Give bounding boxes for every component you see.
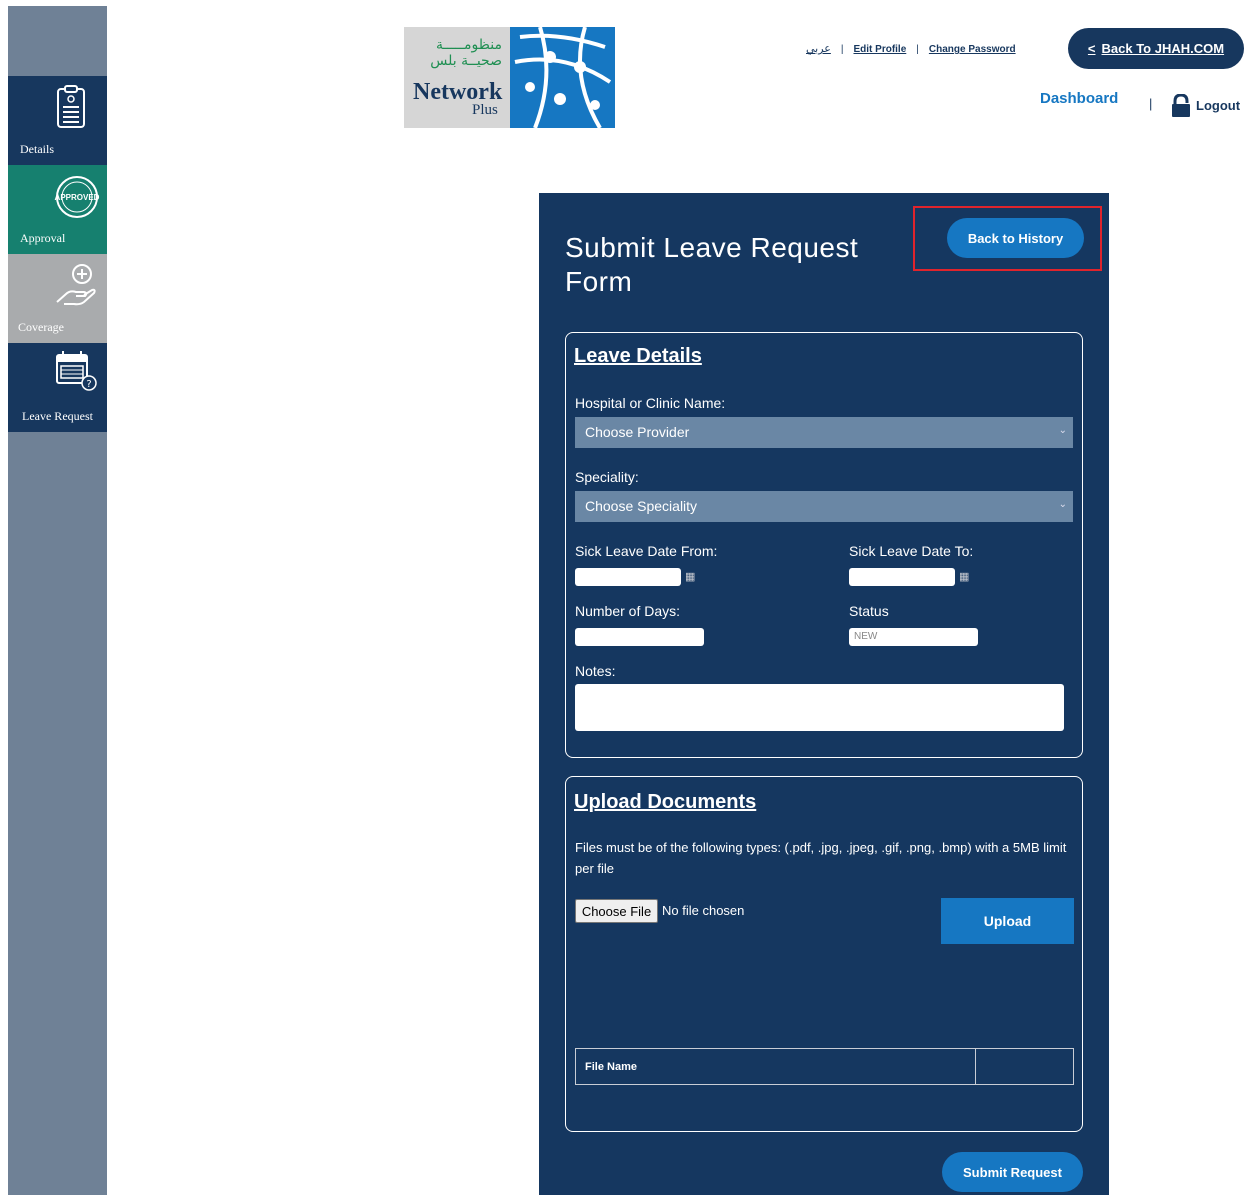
hospital-label: Hospital or Clinic Name: [575,395,726,411]
approved-stamp-icon: APPROVED [55,176,100,218]
svg-text:?: ? [86,379,91,390]
date-to-label: Sick Leave Date To: [849,543,974,559]
page-title: Submit Leave Request Form [565,232,859,297]
days-input[interactable] [575,628,704,646]
sidebar-item-coverage[interactable]: Coverage [8,254,107,343]
upload-button[interactable]: Upload [941,898,1074,944]
chevron-down-icon: ⌄ [1058,425,1067,436]
logout-link[interactable]: Logout [1196,98,1240,113]
date-to-input[interactable] [849,568,955,586]
edit-profile-link[interactable]: Edit Profile [853,44,906,55]
submit-request-button[interactable]: Submit Request [942,1152,1083,1192]
lock-icon[interactable] [1171,94,1191,118]
network-plus-logo[interactable]: منظومـــــة صحيــة بلس Network Plus [404,27,615,128]
top-links: عربي | Edit Profile | Change Password [806,42,1016,55]
dashboard-link[interactable]: Dashboard [1040,90,1118,107]
back-to-jhah-label: Back To JHAH.COM [1101,41,1225,56]
hand-plus-icon [56,264,96,306]
notes-textarea[interactable] [575,684,1064,731]
upload-documents-section: Upload Documents Files must be of the fo… [565,776,1083,1132]
logo-arabic-text: منظومـــــة صحيــة بلس [430,37,502,69]
date-from-label: Sick Leave Date From: [575,543,718,559]
provider-select[interactable]: Choose Provider ⌄ [575,417,1073,448]
date-from-input[interactable] [575,568,681,586]
file-actions-header [976,1049,1073,1084]
file-name-header: File Name [576,1049,976,1084]
sidebar: Details APPROVED Approval Coverage ? Lea… [8,6,107,1195]
sidebar-item-approval[interactable]: APPROVED Approval [8,165,107,254]
sidebar-item-label: Approval [20,231,66,245]
chevron-left-icon: < [1087,41,1096,56]
file-status-text: No file chosen [662,903,745,918]
chevron-down-icon: ⌄ [1058,499,1067,510]
file-types-note: Files must be of the following types: (.… [575,840,1067,876]
status-input: NEW [849,628,978,646]
section-title: Upload Documents [574,791,757,813]
arabic-language-link[interactable]: عربي [806,42,831,55]
speciality-select[interactable]: Choose Speciality ⌄ [575,491,1073,522]
back-to-history-button[interactable]: Back to History [947,218,1084,258]
days-label: Number of Days: [575,603,681,619]
document-icon [57,85,85,128]
back-to-jhah-button[interactable]: < Back To JHAH.COM [1068,28,1244,69]
section-title: Leave Details [574,345,702,367]
file-table: File Name [575,1048,1074,1085]
leave-request-panel: Submit Leave Request Form Back to Histor… [539,193,1109,1195]
notes-label: Notes: [575,663,616,679]
change-password-link[interactable]: Change Password [929,44,1016,55]
calendar-icon[interactable]: ▦ [685,570,695,583]
sidebar-item-label: Details [20,142,54,156]
status-label: Status [849,603,889,619]
logo-sub: Plus [472,102,498,118]
sidebar-item-details[interactable]: Details [8,76,107,165]
network-graphic [510,27,615,128]
calendar-question-icon: ? [56,351,97,391]
divider: | [1149,96,1153,111]
calendar-icon[interactable]: ▦ [959,570,969,583]
stamp-text: APPROVED [55,193,100,202]
sidebar-item-label: Coverage [18,320,64,334]
sidebar-item-label: Leave Request [22,409,93,423]
choose-file-button[interactable]: Choose File [575,899,658,923]
leave-details-section: Leave Details Hospital or Clinic Name: C… [565,332,1083,758]
speciality-label: Speciality: [575,469,639,485]
sidebar-item-leave-request[interactable]: ? Leave Request [8,343,107,432]
